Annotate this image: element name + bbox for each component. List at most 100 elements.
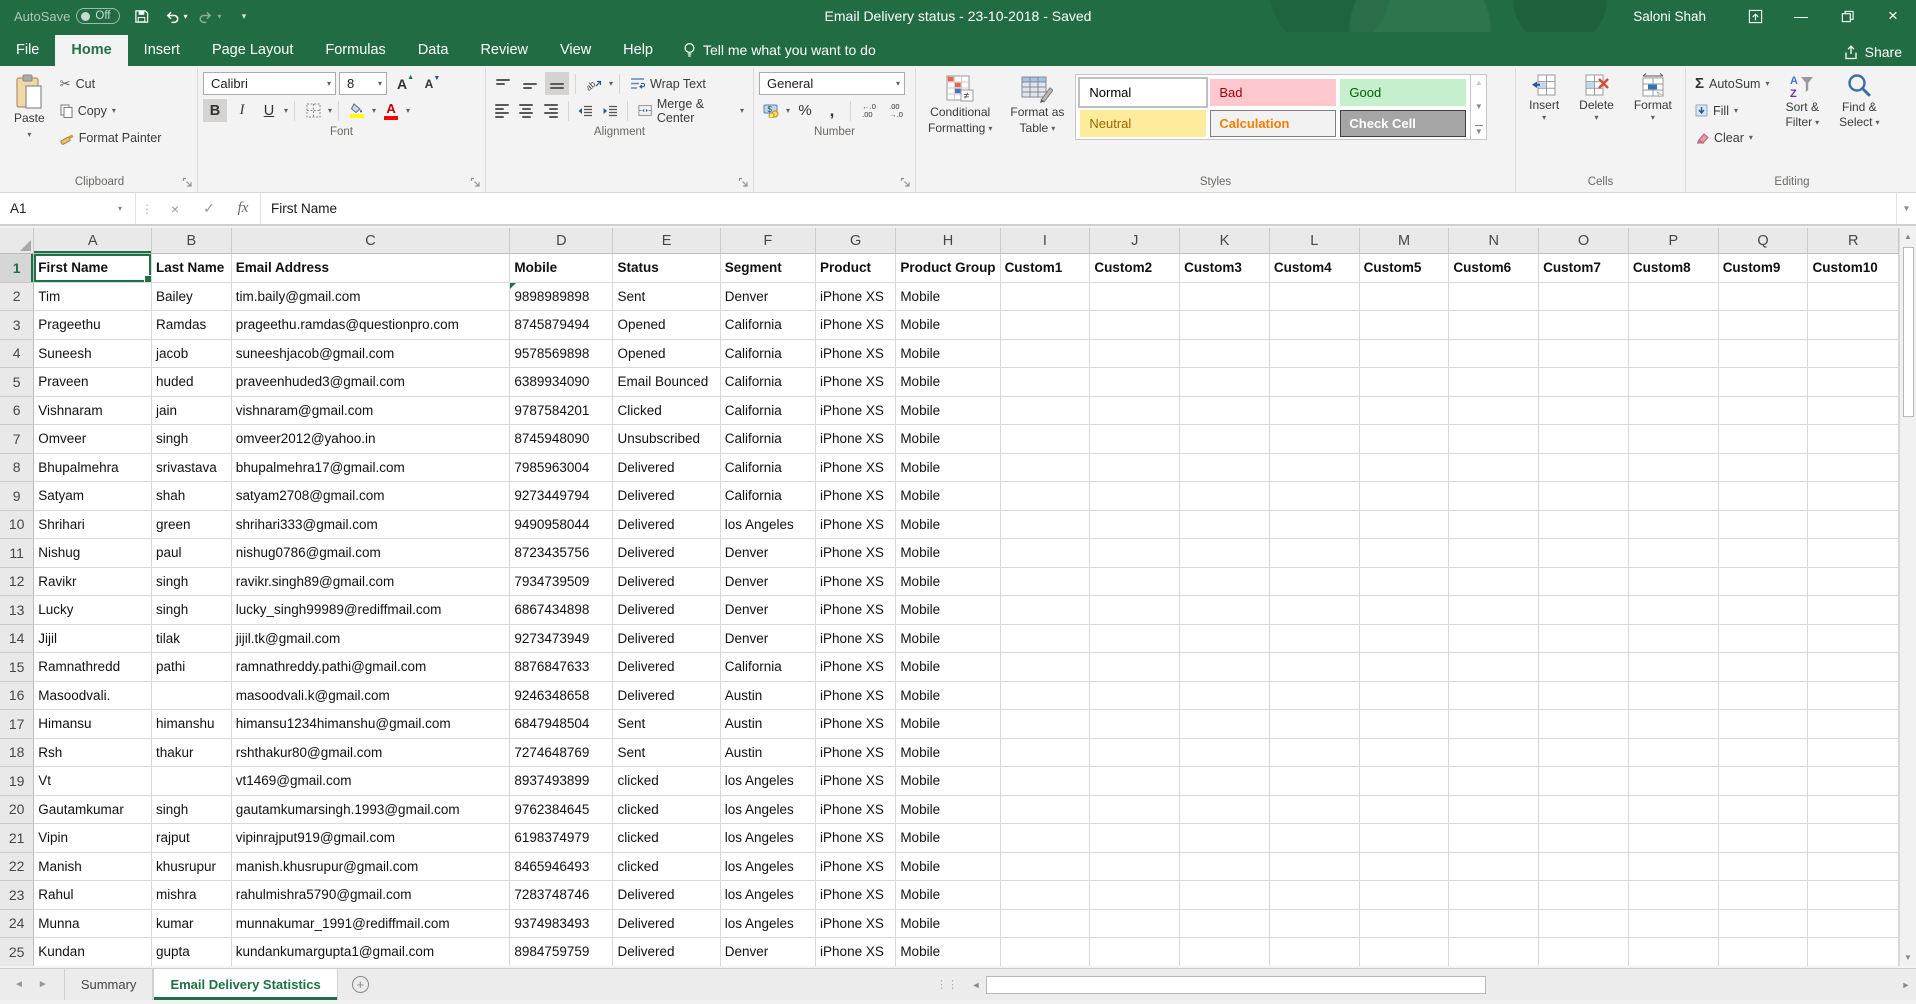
vertical-scroll-thumb[interactable] — [1903, 247, 1914, 417]
cell-R7[interactable] — [1808, 425, 1899, 454]
find-select-button[interactable]: Find & Select▾ — [1831, 70, 1887, 130]
cell-Q13[interactable] — [1719, 596, 1809, 625]
cell-A10[interactable]: Shrihari — [34, 511, 152, 540]
cell-N2[interactable] — [1449, 283, 1539, 312]
cell-D7[interactable]: 8745948090 — [510, 425, 613, 454]
cell-M8[interactable] — [1360, 454, 1450, 483]
cell-O21[interactable] — [1539, 824, 1629, 853]
percent-style-button[interactable]: % — [793, 99, 817, 122]
cell-G13[interactable]: iPhone XS — [816, 596, 896, 625]
cell-R22[interactable] — [1808, 853, 1899, 882]
cell-K2[interactable] — [1180, 283, 1270, 312]
cell-Q15[interactable] — [1719, 653, 1809, 682]
cell-I10[interactable] — [1001, 511, 1091, 540]
number-format-select[interactable]: General ▾ — [759, 72, 905, 95]
cell-A21[interactable]: Vipin — [34, 824, 152, 853]
clipboard-dialog-launcher[interactable] — [181, 176, 194, 189]
cell-K20[interactable] — [1180, 796, 1270, 825]
cell-Q1[interactable]: Custom9 — [1719, 254, 1809, 283]
cell-E2[interactable]: Sent — [613, 283, 720, 312]
cell-H9[interactable]: Mobile — [896, 482, 1000, 511]
cell-C18[interactable]: rshthakur80@gmail.com — [232, 739, 511, 768]
cell-C14[interactable]: jijil.tk@gmail.com — [232, 625, 511, 654]
cell-I1[interactable]: Custom1 — [1001, 254, 1091, 283]
row-header-22[interactable]: 22 — [0, 853, 34, 882]
cell-B8[interactable]: srivastava — [152, 454, 232, 483]
cell-A8[interactable]: Bhupalmehra — [34, 454, 152, 483]
cell-G6[interactable]: iPhone XS — [816, 397, 896, 426]
cell-R12[interactable] — [1808, 568, 1899, 597]
cell-M3[interactable] — [1360, 311, 1450, 340]
cell-M22[interactable] — [1360, 853, 1450, 882]
tab-data[interactable]: Data — [402, 35, 465, 66]
increase-indent-button[interactable] — [599, 99, 621, 122]
cell-G1[interactable]: Product — [816, 254, 896, 283]
cell-B13[interactable]: singh — [152, 596, 232, 625]
cell-D9[interactable]: 9273449794 — [510, 482, 613, 511]
cell-R15[interactable] — [1808, 653, 1899, 682]
cell-G14[interactable]: iPhone XS — [816, 625, 896, 654]
cell-P2[interactable] — [1629, 283, 1719, 312]
cell-L24[interactable] — [1270, 910, 1360, 939]
tab-page-layout[interactable]: Page Layout — [196, 35, 309, 66]
new-sheet-button[interactable]: + — [352, 969, 369, 1000]
cell-P14[interactable] — [1629, 625, 1719, 654]
format-painter-button[interactable]: Format Painter — [56, 126, 166, 149]
cell-J2[interactable] — [1090, 283, 1180, 312]
cell-N3[interactable] — [1449, 311, 1539, 340]
cell-F18[interactable]: Austin — [721, 739, 816, 768]
row-header-14[interactable]: 14 — [0, 625, 34, 654]
cell-O19[interactable] — [1539, 767, 1629, 796]
cell-L4[interactable] — [1270, 340, 1360, 369]
cell-R17[interactable] — [1808, 710, 1899, 739]
font-dialog-launcher[interactable] — [469, 176, 482, 189]
cell-N17[interactable] — [1449, 710, 1539, 739]
cell-H25[interactable]: Mobile — [896, 938, 1000, 966]
cell-Q16[interactable] — [1719, 682, 1809, 711]
cell-R10[interactable] — [1808, 511, 1899, 540]
cell-F19[interactable]: los Angeles — [721, 767, 816, 796]
merge-center-button[interactable]: Merge & Center ▾ — [634, 99, 748, 122]
row-header-12[interactable]: 12 — [0, 568, 34, 597]
row-header-25[interactable]: 25 — [0, 938, 34, 966]
cell-N9[interactable] — [1449, 482, 1539, 511]
cut-button[interactable]: ✂ Cut — [56, 72, 166, 95]
cell-I15[interactable] — [1001, 653, 1091, 682]
cell-J7[interactable] — [1090, 425, 1180, 454]
cell-L9[interactable] — [1270, 482, 1360, 511]
cell-J19[interactable] — [1090, 767, 1180, 796]
cell-P17[interactable] — [1629, 710, 1719, 739]
cell-K9[interactable] — [1180, 482, 1270, 511]
cell-O23[interactable] — [1539, 881, 1629, 910]
cell-L10[interactable] — [1270, 511, 1360, 540]
cell-A25[interactable]: Kundan — [34, 938, 152, 966]
cell-J23[interactable] — [1090, 881, 1180, 910]
copy-button[interactable]: Copy ▾ — [56, 99, 166, 122]
cell-N12[interactable] — [1449, 568, 1539, 597]
cell-C21[interactable]: vipinrajput919@gmail.com — [232, 824, 511, 853]
cell-B25[interactable]: gupta — [152, 938, 232, 966]
row-header-16[interactable]: 16 — [0, 682, 34, 711]
cell-A3[interactable]: Prageethu — [34, 311, 152, 340]
format-as-table-button[interactable]: Format as Table▾ — [1003, 70, 1071, 137]
cell-Q18[interactable] — [1719, 739, 1809, 768]
cell-C17[interactable]: himansu1234himanshu@gmail.com — [232, 710, 511, 739]
cell-G3[interactable]: iPhone XS — [816, 311, 896, 340]
cell-M14[interactable] — [1360, 625, 1450, 654]
cell-H24[interactable]: Mobile — [896, 910, 1000, 939]
cell-K21[interactable] — [1180, 824, 1270, 853]
cell-K7[interactable] — [1180, 425, 1270, 454]
row-header-17[interactable]: 17 — [0, 710, 34, 739]
cell-D22[interactable]: 8465946493 — [510, 853, 613, 882]
cell-P12[interactable] — [1629, 568, 1719, 597]
cell-D14[interactable]: 9273473949 — [510, 625, 613, 654]
cell-E3[interactable]: Opened — [613, 311, 720, 340]
cell-I6[interactable] — [1001, 397, 1091, 426]
sheet-nav-left-icon[interactable]: ◄ — [14, 979, 24, 990]
cell-D1[interactable]: Mobile — [510, 254, 613, 283]
cell-B11[interactable]: paul — [152, 539, 232, 568]
cell-G17[interactable]: iPhone XS — [816, 710, 896, 739]
cell-J18[interactable] — [1090, 739, 1180, 768]
cell-N8[interactable] — [1449, 454, 1539, 483]
conditional-formatting-button[interactable]: ≠ Conditional Formatting▾ — [921, 70, 999, 137]
